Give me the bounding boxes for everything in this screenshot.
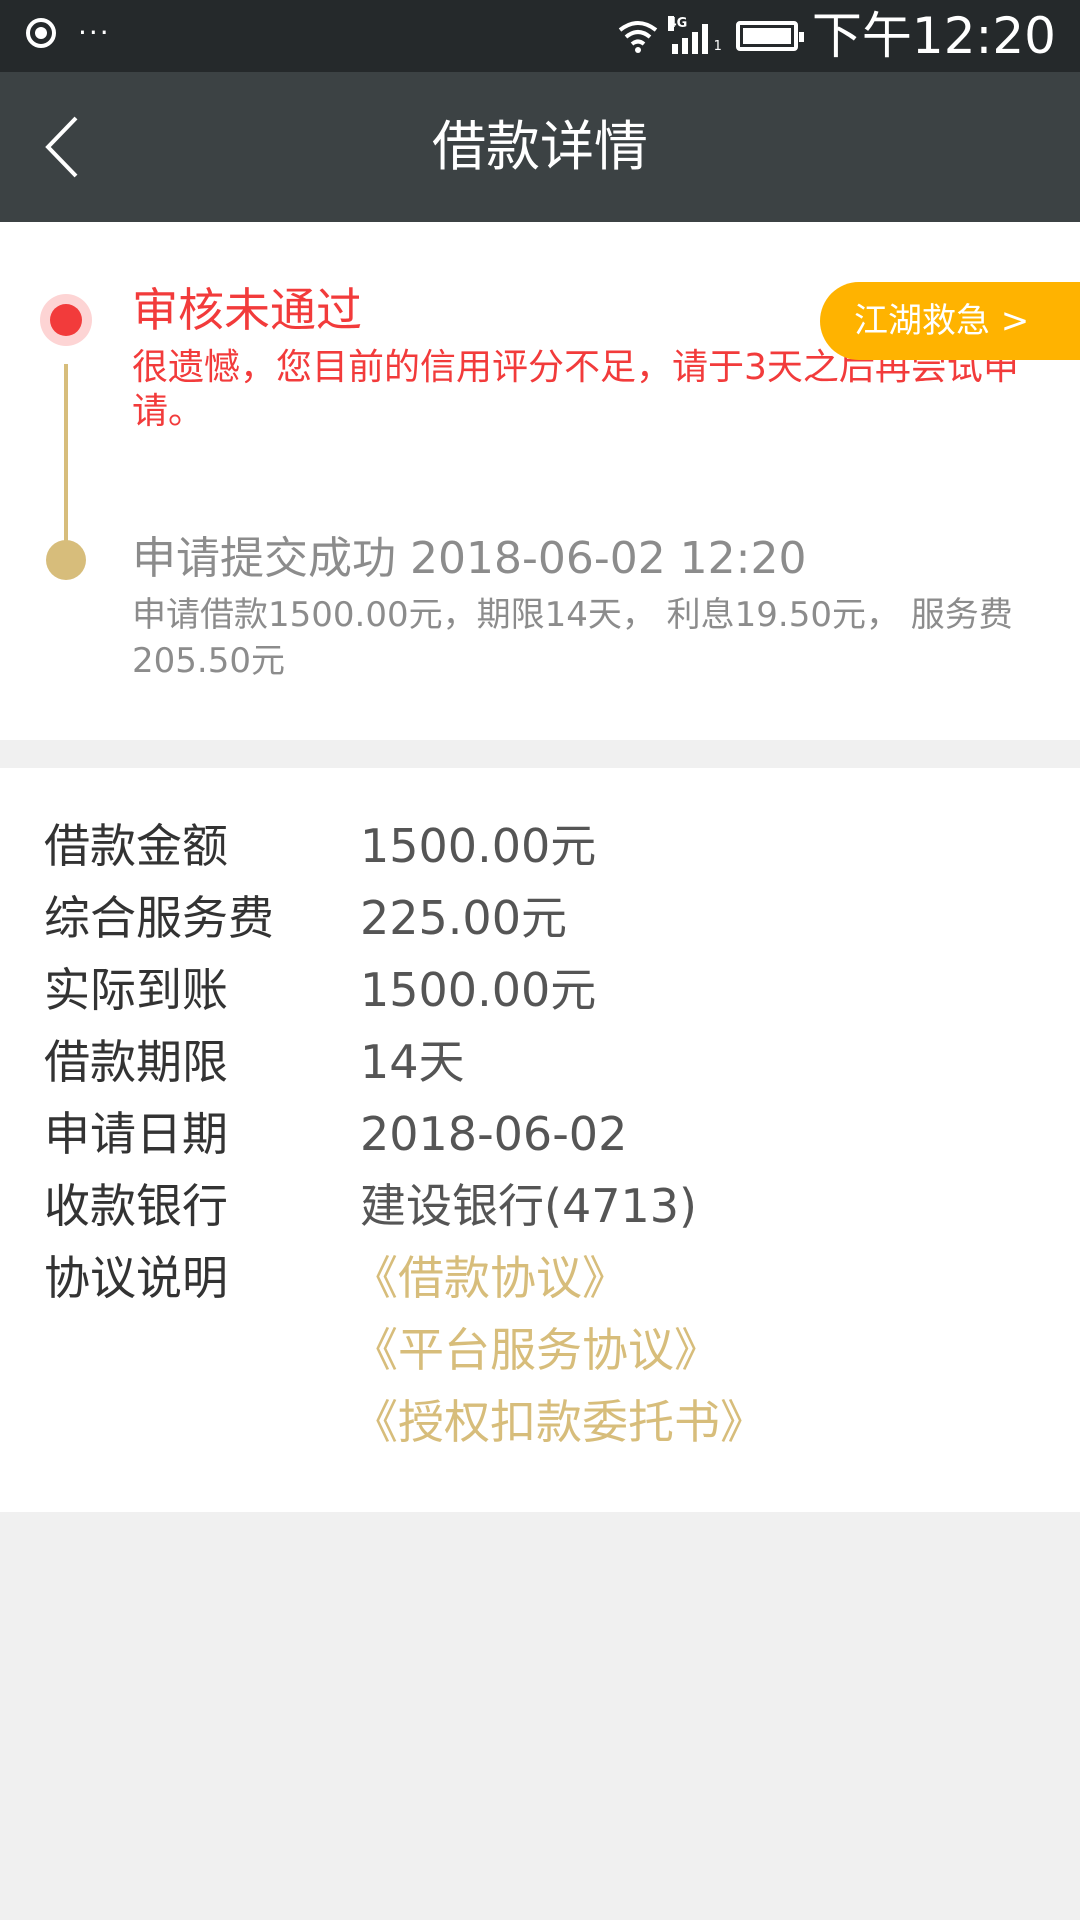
detail-label: 借款金额 xyxy=(44,819,228,873)
rescue-button[interactable]: 江湖救急 > xyxy=(820,282,1080,360)
app-header: 借款详情 xyxy=(0,72,1080,222)
record-icon xyxy=(26,18,56,48)
chevron-left-icon[interactable] xyxy=(42,116,102,178)
step-submitted-desc: 申请借款1500.00元，期限14天， 利息19.50元， 服务费205.50元 xyxy=(132,595,1013,681)
detail-value: 2018-06-02 xyxy=(360,1107,628,1161)
loan-agreement-link[interactable]: 《借款协议》 xyxy=(352,1242,628,1314)
detail-value: 1500.00元 xyxy=(360,963,597,1017)
detail-row-term: 借款期限 14天 xyxy=(0,1026,1080,1098)
detail-row-service-fee: 综合服务费 225.00元 xyxy=(0,882,1080,954)
timeline-dot-submitted xyxy=(46,540,86,580)
status-timeline: 审核未通过 很遗憾，您目前的信用评分不足，请于3天之后再尝试申请。 江湖救急 >… xyxy=(0,222,1080,740)
timeline-connector xyxy=(64,364,68,542)
detail-value: 建设银行(4713) xyxy=(360,1179,697,1233)
timeline-dot-rejected xyxy=(50,304,82,336)
detail-value: 14天 xyxy=(360,1035,465,1089)
status-bar-right: 4G 1 下午12:20 xyxy=(618,8,1056,64)
detail-label: 协议说明 xyxy=(44,1251,228,1305)
detail-row-received: 实际到账 1500.00元 xyxy=(0,954,1080,1026)
debit-authorization-link[interactable]: 《授权扣款委托书》 xyxy=(352,1386,766,1458)
detail-label: 综合服务费 xyxy=(44,891,274,945)
step-rejected-title: 审核未通过 xyxy=(132,283,362,337)
sim-label: 1 xyxy=(713,39,722,54)
platform-service-agreement-link[interactable]: 《平台服务协议》 xyxy=(352,1314,720,1386)
wifi-icon xyxy=(618,21,657,53)
network-type-label: 4G xyxy=(667,16,688,31)
detail-row-bank: 收款银行 建设银行(4713) xyxy=(0,1170,1080,1242)
step-submitted-title: 申请提交成功 2018-06-02 12:20 xyxy=(132,533,807,584)
detail-value: 225.00元 xyxy=(360,891,567,945)
detail-row-amount: 借款金额 1500.00元 xyxy=(0,810,1080,882)
detail-label: 借款期限 xyxy=(44,1035,228,1089)
loan-details: 借款金额 1500.00元 综合服务费 225.00元 实际到账 1500.00… xyxy=(0,768,1080,1512)
battery-icon xyxy=(735,21,804,51)
detail-row-date: 申请日期 2018-06-02 xyxy=(0,1098,1080,1170)
detail-value: 1500.00元 xyxy=(360,819,597,873)
more-icon: ··· xyxy=(78,16,111,49)
detail-label: 申请日期 xyxy=(44,1107,228,1161)
signal-icon: 4G 1 xyxy=(667,16,722,54)
status-time: 下午12:20 xyxy=(811,7,1056,65)
status-bar-left: ··· xyxy=(26,18,111,48)
page-title: 借款详情 xyxy=(432,115,648,178)
status-bar: ··· 4G 1 下午12:20 xyxy=(0,0,1080,72)
detail-label: 实际到账 xyxy=(44,963,228,1017)
detail-label: 收款银行 xyxy=(44,1179,228,1233)
